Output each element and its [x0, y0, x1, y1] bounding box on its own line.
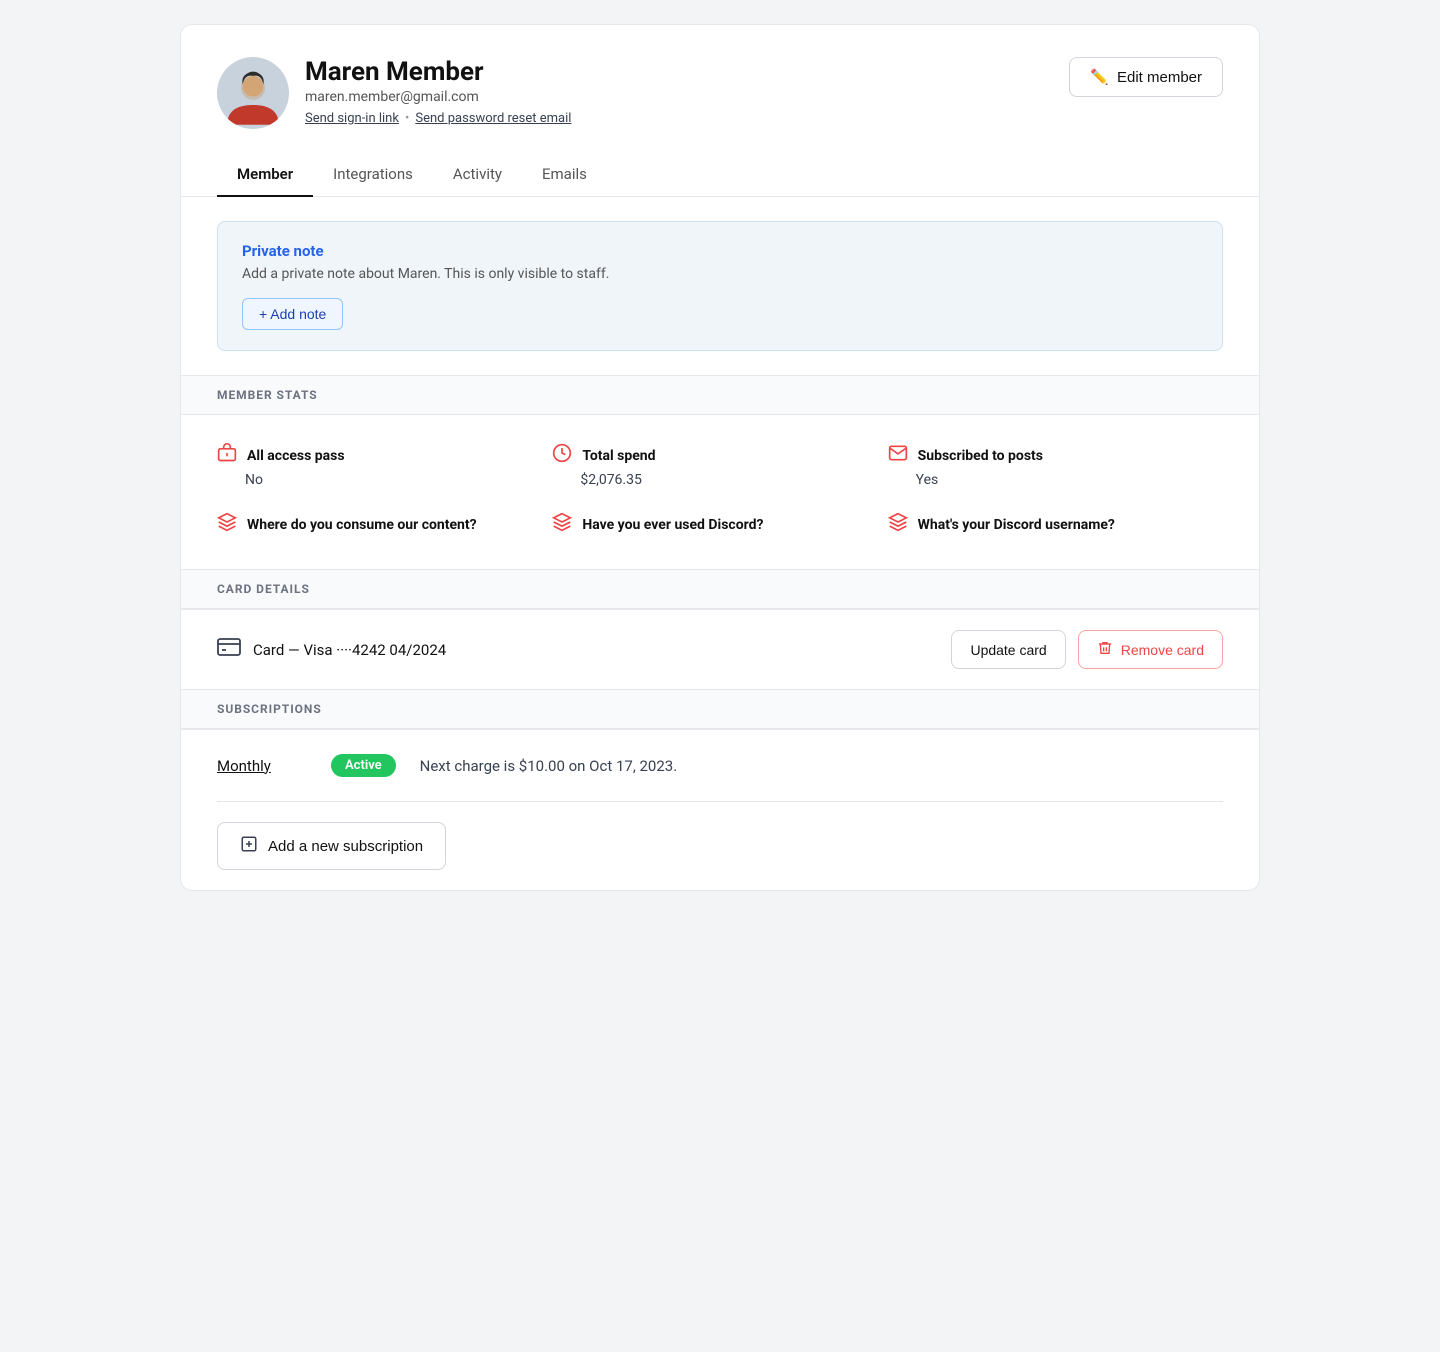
send-signin-link[interactable]: Send sign-in link: [305, 111, 399, 126]
tabs-nav: Member Integrations Activity Emails: [181, 153, 1259, 197]
card-details-header: CARD DETAILS: [181, 569, 1259, 609]
add-subscription-label: Add a new subscription: [268, 838, 423, 855]
card-actions: Update card Remove card: [951, 630, 1223, 669]
stat-total-spend: Total spend $2,076.35: [552, 443, 887, 512]
subscription-row: Monthly Active Next charge is $10.00 on …: [181, 729, 1259, 801]
consume-content-icon: [217, 512, 237, 537]
stat-label-4: Have you ever used Discord?: [582, 517, 763, 533]
member-email: maren.member@gmail.com: [305, 89, 571, 105]
subscription-description: Next charge is $10.00 on Oct 17, 2023.: [420, 757, 678, 775]
update-card-button[interactable]: Update card: [951, 630, 1065, 669]
tab-member[interactable]: Member: [217, 153, 313, 197]
credit-card-icon: [217, 637, 241, 662]
stat-label-0: All access pass: [247, 448, 345, 464]
avatar: [217, 57, 289, 129]
stat-discord-username: What's your Discord username?: [888, 512, 1223, 541]
add-subscription-button[interactable]: Add a new subscription: [217, 822, 446, 870]
subscription-divider: [217, 801, 1223, 802]
tab-integrations[interactable]: Integrations: [313, 153, 433, 197]
header-left: Maren Member maren.member@gmail.com Send…: [217, 57, 571, 129]
pencil-icon: ✏️: [1090, 68, 1109, 86]
stat-value-1: $2,076.35: [580, 472, 887, 488]
private-note-section: Private note Add a private note about Ma…: [217, 221, 1223, 351]
remove-card-button[interactable]: Remove card: [1078, 630, 1223, 669]
remove-card-label: Remove card: [1121, 642, 1204, 658]
stat-discord-used: Have you ever used Discord?: [552, 512, 887, 541]
private-note-title: Private note: [242, 242, 1198, 260]
member-card: Maren Member maren.member@gmail.com Send…: [180, 24, 1260, 891]
discord-used-icon: [552, 512, 572, 537]
private-note-description: Add a private note about Maren. This is …: [242, 266, 1198, 282]
discord-username-icon: [888, 512, 908, 537]
edit-member-label: Edit member: [1117, 69, 1202, 86]
subscription-name[interactable]: Monthly: [217, 757, 307, 775]
stat-label-5: What's your Discord username?: [918, 517, 1115, 533]
member-header: Maren Member maren.member@gmail.com Send…: [181, 25, 1259, 153]
stat-consume-content: Where do you consume our content?: [217, 512, 552, 541]
stat-value-2: Yes: [916, 472, 1223, 488]
stat-label-1: Total spend: [582, 448, 655, 464]
member-stats-header: MEMBER STATS: [181, 375, 1259, 415]
total-spend-icon: [552, 443, 572, 468]
member-stats-grid: All access pass No Total spend $2,076.35…: [181, 415, 1259, 569]
add-subscription-icon: [240, 835, 258, 857]
trash-icon: [1097, 640, 1113, 659]
subscription-status-badge: Active: [331, 754, 396, 777]
edit-member-button[interactable]: ✏️ Edit member: [1069, 57, 1223, 97]
all-access-icon: [217, 443, 237, 468]
dot-separator: •: [405, 111, 409, 126]
stat-label-2: Subscribed to posts: [918, 448, 1043, 464]
subscriptions-header: SUBSCRIPTIONS: [181, 689, 1259, 729]
member-name: Maren Member: [305, 57, 571, 87]
stat-label-3: Where do you consume our content?: [247, 517, 477, 533]
add-note-button[interactable]: + Add note: [242, 298, 343, 330]
tab-activity[interactable]: Activity: [433, 153, 522, 197]
tab-emails[interactable]: Emails: [522, 153, 607, 197]
stat-all-access-pass: All access pass No: [217, 443, 552, 512]
subscribed-posts-icon: [888, 443, 908, 468]
stat-value-0: No: [245, 472, 552, 488]
add-note-label: + Add note: [259, 306, 326, 322]
stat-subscribed-posts: Subscribed to posts Yes: [888, 443, 1223, 512]
card-text: Card — Visa ····4242 04/2024: [253, 641, 446, 659]
header-info: Maren Member maren.member@gmail.com Send…: [305, 57, 571, 126]
header-links: Send sign-in link • Send password reset …: [305, 111, 571, 126]
card-details-section: Card — Visa ····4242 04/2024 Update card…: [181, 609, 1259, 689]
send-password-reset-link[interactable]: Send password reset email: [415, 111, 571, 126]
card-info: Card — Visa ····4242 04/2024: [217, 637, 446, 662]
